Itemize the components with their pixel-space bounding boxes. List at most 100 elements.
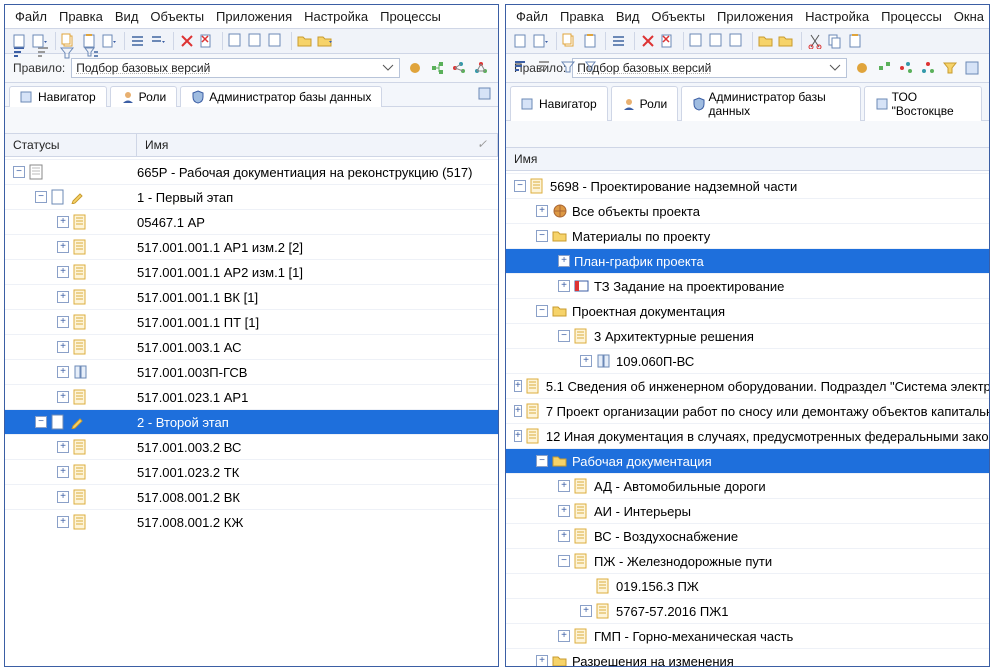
- copy-2-icon[interactable]: [826, 32, 844, 50]
- tree-row[interactable]: +517.001.001.1 АР1 изм.2 [2]: [5, 234, 498, 259]
- menu-view[interactable]: Вид: [616, 9, 640, 24]
- tree-row[interactable]: +5767-57.2016 ПЖ1: [506, 598, 989, 623]
- funnel-list-icon[interactable]: [83, 111, 101, 129]
- tree-row[interactable]: +5.1 Сведения об инженерном оборудовании…: [506, 373, 989, 398]
- menu-file[interactable]: Файл: [516, 9, 548, 24]
- expand-toggle[interactable]: +: [580, 355, 592, 367]
- load-icon[interactable]: [406, 59, 424, 77]
- expand-toggle[interactable]: +: [57, 441, 69, 453]
- expand-toggle[interactable]: −: [35, 416, 47, 428]
- doc-b-icon[interactable]: [247, 32, 265, 50]
- tree-row[interactable]: +517.001.003.1 АС: [5, 334, 498, 359]
- new-tab-icon[interactable]: [476, 85, 494, 103]
- expand-toggle[interactable]: +: [558, 505, 570, 517]
- menu-settings[interactable]: Настройка: [304, 9, 368, 24]
- expand-toggle[interactable]: +: [514, 380, 522, 392]
- tab-admin[interactable]: Администратор базы данных: [180, 86, 382, 107]
- sort-alt-icon[interactable]: [35, 111, 53, 129]
- expand-toggle[interactable]: −: [536, 230, 548, 242]
- tree-row[interactable]: +ТЗ Задание на проектирование: [506, 273, 989, 298]
- tree-row[interactable]: +517.001.001.1 ПТ [1]: [5, 309, 498, 334]
- tree-row[interactable]: +517.001.003.2 ВС: [5, 434, 498, 459]
- tree-row[interactable]: −Проектная документация: [506, 298, 989, 323]
- node-green-icon[interactable]: [428, 59, 446, 77]
- tree-row[interactable]: +517.001.001.1 ВК [1]: [5, 284, 498, 309]
- tab-roles[interactable]: Роли: [611, 86, 679, 121]
- expand-toggle[interactable]: −: [514, 180, 526, 192]
- paste-dropdown-icon[interactable]: [100, 32, 118, 50]
- menu-objects[interactable]: Объекты: [651, 9, 705, 24]
- expand-toggle[interactable]: −: [35, 191, 47, 203]
- rule-combobox[interactable]: Подбор базовых версий: [71, 58, 400, 78]
- doc-a-icon[interactable]: [688, 32, 706, 50]
- expand-toggle[interactable]: −: [558, 555, 570, 567]
- doc-a-icon[interactable]: [227, 32, 245, 50]
- sort-icon[interactable]: [11, 111, 29, 129]
- expand-toggle[interactable]: −: [558, 330, 570, 342]
- tab-admin[interactable]: Администратор базы данных: [681, 86, 861, 121]
- tree-row[interactable]: +АД - Автомобильные дороги: [506, 473, 989, 498]
- tree-row[interactable]: −ПЖ - Железнодорожные пути: [506, 548, 989, 573]
- list-icon[interactable]: [129, 32, 147, 50]
- tab-company[interactable]: ТОО "Востокцве: [864, 86, 982, 121]
- tree-row[interactable]: +517.001.023.1 АР1: [5, 384, 498, 409]
- paste-icon[interactable]: [80, 32, 98, 50]
- menu-objects[interactable]: Объекты: [150, 9, 204, 24]
- expand-toggle[interactable]: +: [57, 516, 69, 528]
- tree-row[interactable]: −665Р - Рабочая документиация на реконст…: [5, 159, 498, 184]
- menu-file[interactable]: Файл: [15, 9, 47, 24]
- load-icon[interactable]: [853, 59, 871, 77]
- node-colorful-icon[interactable]: [450, 59, 468, 77]
- sort-alt-icon[interactable]: [536, 125, 554, 143]
- funnel-list-icon[interactable]: [584, 125, 602, 143]
- menu-edit[interactable]: Правка: [59, 9, 103, 24]
- expand-toggle[interactable]: +: [57, 291, 69, 303]
- graph-icon[interactable]: [919, 59, 937, 77]
- tree-right[interactable]: −5698 - Проектирование надземной части+В…: [506, 171, 989, 666]
- tree-row[interactable]: −Материалы по проекту: [506, 223, 989, 248]
- cut-icon[interactable]: [806, 32, 824, 50]
- expand-toggle[interactable]: +: [558, 280, 570, 292]
- expand-toggle[interactable]: +: [558, 630, 570, 642]
- tree-row[interactable]: +АИ - Интерьеры: [506, 498, 989, 523]
- tree-row[interactable]: +Все объекты проекта: [506, 198, 989, 223]
- tree-row[interactable]: −Рабочая документация: [506, 448, 989, 473]
- expand-toggle[interactable]: +: [558, 480, 570, 492]
- menu-processes[interactable]: Процессы: [380, 9, 441, 24]
- col-status[interactable]: Статусы: [5, 134, 137, 156]
- tree-row[interactable]: +517.001.003П-ГСВ: [5, 359, 498, 384]
- tree-row[interactable]: +Разрешения на изменения: [506, 648, 989, 666]
- menu-apps[interactable]: Приложения: [216, 9, 292, 24]
- list-icon[interactable]: [610, 32, 628, 50]
- folder-b-icon[interactable]: [777, 32, 795, 50]
- new-icon[interactable]: [512, 32, 530, 50]
- menu-apps[interactable]: Приложения: [717, 9, 793, 24]
- new-dropdown-icon[interactable]: [31, 32, 49, 50]
- tree-row[interactable]: +12 Иная документация в случаях, предусм…: [506, 423, 989, 448]
- paste-2-icon[interactable]: [846, 32, 864, 50]
- tree-row[interactable]: +ГМП - Горно-механическая часть: [506, 623, 989, 648]
- paste-icon[interactable]: [581, 32, 599, 50]
- delete-x-icon[interactable]: [639, 32, 657, 50]
- copy-icon[interactable]: [561, 32, 579, 50]
- menu-view[interactable]: Вид: [115, 9, 139, 24]
- doc-c-icon[interactable]: [728, 32, 746, 50]
- tree-row[interactable]: +План-график проекта: [506, 248, 989, 273]
- funnel-icon[interactable]: [560, 125, 578, 143]
- menu-settings[interactable]: Настройка: [805, 9, 869, 24]
- tree-row[interactable]: +517.001.001.1 АР2 изм.1 [1]: [5, 259, 498, 284]
- expand-toggle[interactable]: +: [558, 255, 570, 267]
- tree-row[interactable]: −3 Архитектурные решения: [506, 323, 989, 348]
- node-green-icon[interactable]: [875, 59, 893, 77]
- expand-toggle[interactable]: −: [536, 455, 548, 467]
- tab-navigator[interactable]: Навигатор: [510, 86, 608, 121]
- col-name[interactable]: Имя ✓: [137, 134, 498, 156]
- menu-windows[interactable]: Окна: [954, 9, 984, 24]
- expand-toggle[interactable]: +: [57, 216, 69, 228]
- tree-row[interactable]: −2 - Второй этап: [5, 409, 498, 434]
- delete-x-icon[interactable]: [178, 32, 196, 50]
- expand-toggle[interactable]: +: [57, 241, 69, 253]
- expand-toggle[interactable]: +: [514, 405, 522, 417]
- expand-toggle[interactable]: +: [57, 466, 69, 478]
- expand-toggle[interactable]: +: [57, 341, 69, 353]
